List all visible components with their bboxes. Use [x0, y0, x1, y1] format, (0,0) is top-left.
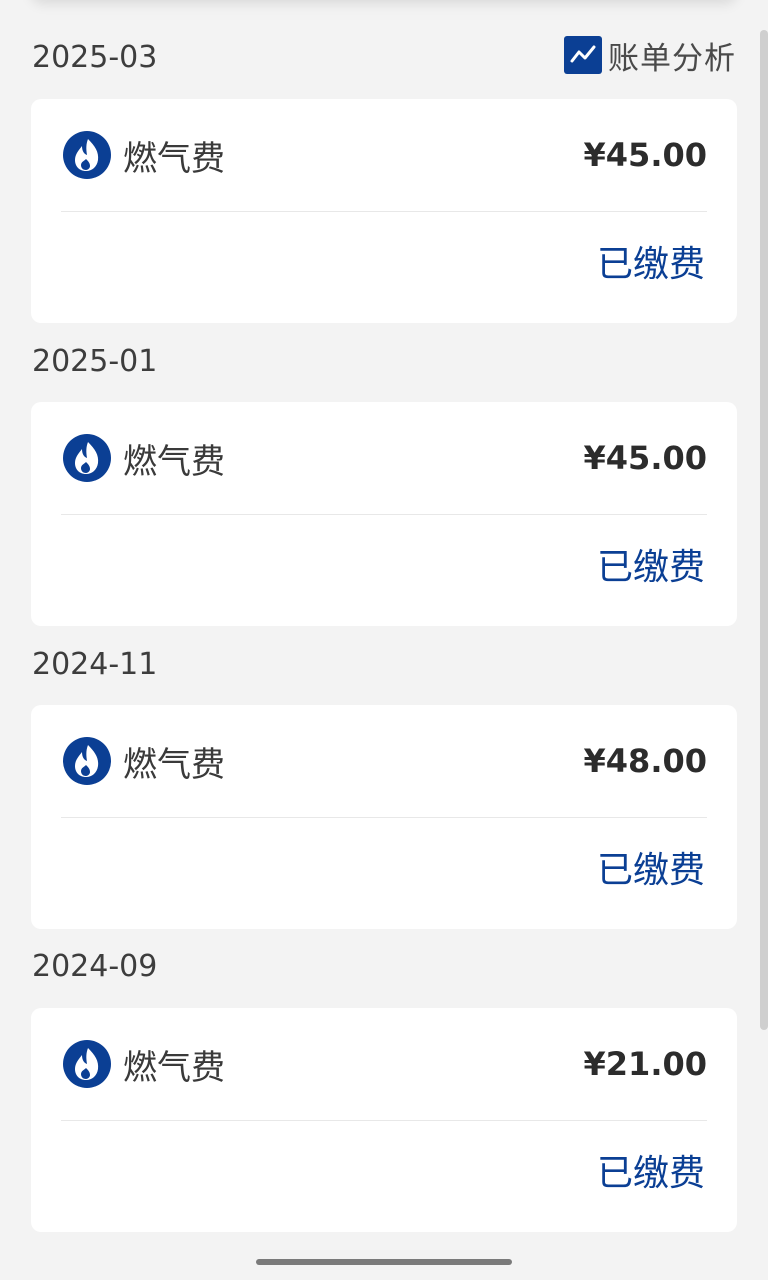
bill-analysis-label: 账单分析	[608, 40, 736, 77]
paid-status-button[interactable]: 已缴费	[597, 233, 705, 297]
bill-name: 燃气费	[123, 138, 225, 179]
bill-summary-row: 燃气费 ¥21.00	[61, 1008, 707, 1121]
paid-status-button[interactable]: 已缴费	[597, 839, 705, 903]
bill-analysis-link[interactable]: 账单分析	[564, 34, 736, 77]
bill-amount: ¥48.00	[583, 742, 707, 780]
bill-history-page: 账单分析 2025-03 燃气费 ¥45.00 已缴费 2025-01 燃气费 …	[0, 0, 768, 1280]
bill-card[interactable]: 燃气费 ¥45.00 已缴费	[31, 99, 737, 323]
trend-chart-icon	[564, 36, 602, 74]
bill-amount: ¥21.00	[583, 1045, 707, 1083]
flame-icon	[63, 737, 111, 785]
bill-name: 燃气费	[123, 744, 225, 785]
month-heading: 2025-03	[32, 40, 158, 75]
bill-name: 燃气费	[123, 441, 225, 482]
home-indicator[interactable]	[256, 1259, 512, 1265]
scrollbar[interactable]	[760, 30, 768, 1030]
bill-summary-row: 燃气费 ¥45.00	[61, 99, 707, 212]
bill-amount: ¥45.00	[583, 439, 707, 477]
bill-amount: ¥45.00	[583, 136, 707, 174]
flame-icon	[63, 131, 111, 179]
flame-icon	[63, 1040, 111, 1088]
bill-summary-row: 燃气费 ¥45.00	[61, 402, 707, 515]
bill-summary-row: 燃气费 ¥48.00	[61, 705, 707, 818]
month-heading: 2025-01	[32, 344, 158, 379]
bill-name: 燃气费	[123, 1047, 225, 1088]
month-heading: 2024-11	[32, 647, 158, 682]
system-navigation-bar	[0, 1246, 768, 1280]
month-heading: 2024-09	[32, 949, 158, 984]
bill-card[interactable]: 燃气费 ¥45.00 已缴费	[31, 402, 737, 626]
bill-card[interactable]: 燃气费 ¥21.00 已缴费	[31, 1008, 737, 1232]
paid-status-button[interactable]: 已缴费	[597, 536, 705, 600]
paid-status-button[interactable]: 已缴费	[597, 1142, 705, 1206]
bill-card[interactable]: 燃气费 ¥48.00 已缴费	[31, 705, 737, 929]
flame-icon	[63, 434, 111, 482]
